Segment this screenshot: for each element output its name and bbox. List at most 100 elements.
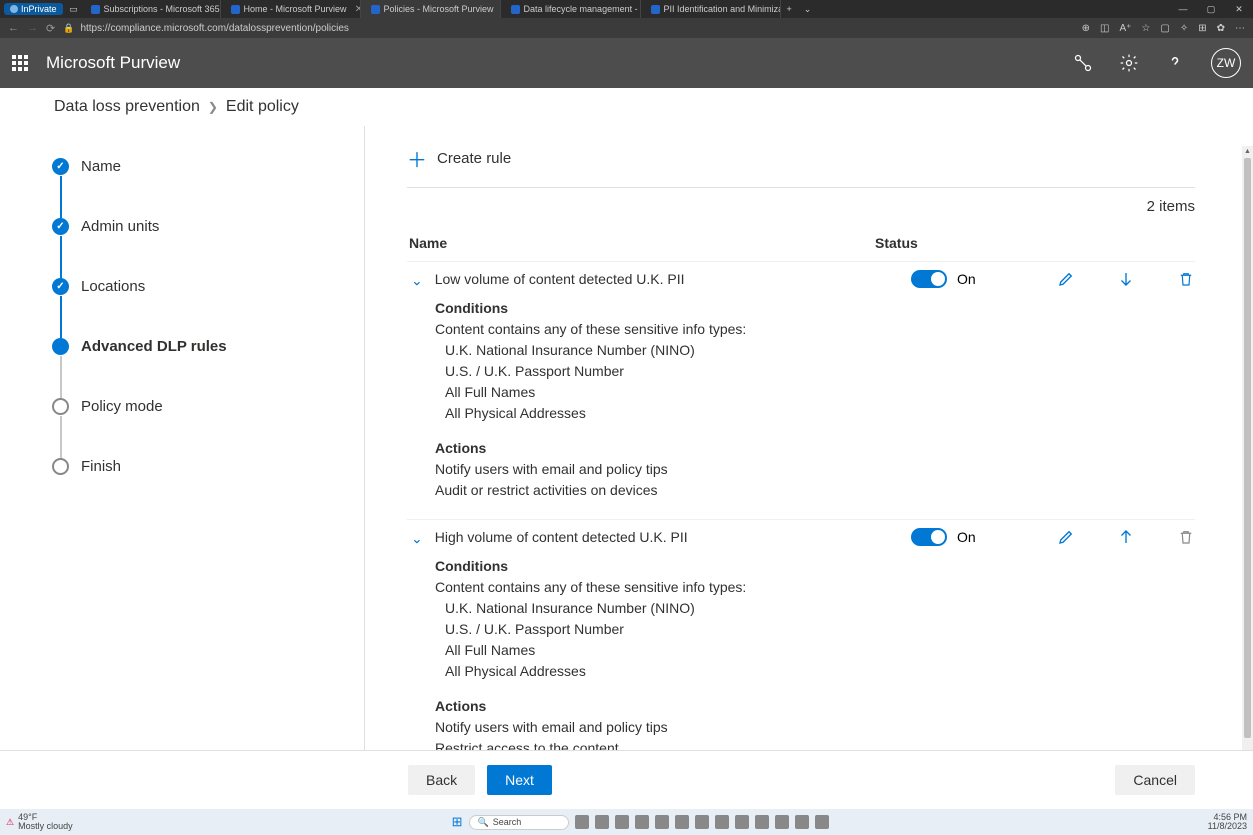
help-icon[interactable] [1165, 53, 1185, 73]
browser-chrome: InPrivate ▭ Subscriptions - Microsoft 36… [0, 0, 1253, 38]
conditions-intro: Content contains any of these sensitive … [435, 319, 1195, 340]
items-count: 2 items [407, 187, 1195, 225]
sync-icon[interactable]: ⊞ [1198, 23, 1206, 34]
app-icon[interactable]: ◫ [1100, 23, 1109, 34]
breadcrumb-current: Edit policy [226, 98, 299, 116]
wizard-steps: Name Admin units Locations Advanced DLP … [0, 126, 365, 780]
action-item: Audit or restrict activities on devices [435, 480, 1195, 501]
scroll-thumb[interactable] [1244, 158, 1251, 738]
back-button[interactable]: ← [8, 22, 19, 34]
status-text: On [957, 271, 1057, 287]
move-down-icon[interactable] [1117, 270, 1135, 288]
condition-item: All Full Names [435, 382, 1195, 403]
condition-item: All Physical Addresses [435, 403, 1195, 424]
move-up-icon[interactable] [1117, 528, 1135, 546]
tab-data-lifecycle[interactable]: Data lifecycle management - Mi✕ [501, 0, 641, 18]
tab-strip: InPrivate ▭ Subscriptions - Microsoft 36… [0, 0, 1253, 18]
app-header: Microsoft Purview ZW [0, 38, 1253, 88]
actions-heading: Actions [435, 696, 1195, 717]
tab-pii[interactable]: PII Identification and Minimizati✕ [641, 0, 781, 18]
forward-button[interactable]: → [27, 22, 38, 34]
status-text: On [957, 529, 1057, 545]
url-field[interactable]: 🔒 https://compliance.microsoft.com/datal… [63, 23, 1073, 34]
chevron-up-icon[interactable]: ⌃ [411, 271, 423, 288]
minimize-button[interactable]: — [1169, 4, 1197, 15]
edit-icon[interactable] [1057, 270, 1075, 288]
back-button[interactable]: Back [408, 765, 475, 795]
lock-icon: 🔒 [63, 23, 74, 34]
rule-name: High volume of content detected U.K. PII [435, 529, 911, 545]
delete-icon[interactable] [1177, 528, 1195, 546]
search-icon: 🔍 [478, 817, 489, 828]
new-tab-button[interactable]: + [781, 4, 798, 14]
read-aloud-icon[interactable]: A⁺ [1119, 23, 1131, 34]
address-bar: ← → ⟳ 🔒 https://compliance.microsoft.com… [0, 18, 1253, 38]
step-advanced-dlp-rules[interactable]: Advanced DLP rules [52, 338, 364, 355]
cancel-button[interactable]: Cancel [1115, 765, 1195, 795]
action-item: Notify users with email and policy tips [435, 459, 1195, 480]
rule-row-high-volume: ⌃ High volume of content detected U.K. P… [407, 519, 1195, 780]
column-status: Status [875, 235, 1195, 251]
conditions-intro: Content contains any of these sensitive … [435, 577, 1195, 598]
next-button[interactable]: Next [487, 765, 552, 795]
favorites-icon[interactable]: ☆ [1141, 23, 1150, 34]
step-finish[interactable]: Finish [52, 458, 364, 475]
scroll-up-icon[interactable]: ▲ [1242, 146, 1253, 157]
rule-name: Low volume of content detected U.K. PII [435, 271, 911, 287]
condition-item: U.S. / U.K. Passport Number [435, 619, 1195, 640]
taskbar: ⚠ 49°F Mostly cloudy ⊞ 🔍Search 4:56 PM 1… [0, 809, 1253, 835]
column-name: Name [407, 235, 875, 251]
inprivate-badge: InPrivate [4, 3, 63, 15]
split-icon[interactable]: ▢ [1160, 23, 1169, 34]
refresh-button[interactable]: ⟳ [46, 22, 55, 35]
user-avatar[interactable]: ZW [1211, 48, 1241, 78]
connectors-icon[interactable] [1073, 53, 1093, 73]
status-toggle[interactable] [911, 528, 947, 546]
extensions-icon[interactable]: ✿ [1217, 23, 1225, 34]
step-admin-units[interactable]: Admin units [52, 218, 364, 235]
condition-item: U.S. / U.K. Passport Number [435, 361, 1195, 382]
wizard-footer: Back Next Cancel [0, 750, 1253, 809]
delete-icon[interactable] [1177, 270, 1195, 288]
tab-policies[interactable]: Policies - Microsoft Purview✕ [361, 0, 501, 18]
breadcrumb: Data loss prevention ❯ Edit policy [0, 88, 1253, 126]
status-toggle[interactable] [911, 270, 947, 288]
rules-panel: ＋ Create rule 2 items Name Status ⌃ Low … [365, 126, 1253, 780]
scrollbar[interactable]: ▲ ▼ [1242, 146, 1253, 809]
conditions-heading: Conditions [435, 298, 1195, 319]
system-tray[interactable]: 4:56 PM 11/8/2023 [1208, 813, 1247, 831]
tab-menu-button[interactable]: ⌄ [798, 4, 818, 15]
create-rule-button[interactable]: ＋ Create rule [407, 140, 1195, 187]
taskbar-search[interactable]: 🔍Search [469, 815, 569, 830]
maximize-button[interactable]: ▢ [1197, 4, 1225, 15]
start-button[interactable]: ⊞ [452, 814, 463, 830]
condition-item: U.K. National Insurance Number (NINO) [435, 598, 1195, 619]
step-locations[interactable]: Locations [52, 278, 364, 295]
chevron-up-icon[interactable]: ⌃ [411, 529, 423, 546]
tab-subscriptions[interactable]: Subscriptions - Microsoft 365 ad✕ [81, 0, 221, 18]
app-title: Microsoft Purview [46, 53, 180, 73]
step-name[interactable]: Name [52, 158, 364, 175]
rules-table-header: Name Status [407, 225, 1195, 261]
action-item: Notify users with email and policy tips [435, 717, 1195, 738]
close-window-button[interactable]: ✕ [1225, 4, 1253, 15]
menu-icon[interactable]: ⋯ [1235, 23, 1245, 34]
condition-item: U.K. National Insurance Number (NINO) [435, 340, 1195, 361]
tab-home-purview[interactable]: Home - Microsoft Purview✕ [221, 0, 361, 18]
chevron-right-icon: ❯ [208, 100, 218, 114]
settings-icon[interactable] [1119, 53, 1139, 73]
weather-widget[interactable]: ⚠ 49°F Mostly cloudy [6, 813, 73, 831]
app-launcher-icon[interactable] [12, 55, 28, 71]
zoom-icon[interactable]: ⊕ [1082, 23, 1090, 34]
workspace-icon[interactable]: ▭ [67, 4, 81, 15]
step-policy-mode[interactable]: Policy mode [52, 398, 364, 415]
rule-row-low-volume: ⌃ Low volume of content detected U.K. PI… [407, 261, 1195, 519]
breadcrumb-root[interactable]: Data loss prevention [54, 98, 200, 116]
taskbar-apps[interactable] [575, 815, 829, 829]
plus-icon: ＋ [407, 144, 427, 173]
conditions-heading: Conditions [435, 556, 1195, 577]
collections-icon[interactable]: ✧ [1180, 23, 1188, 34]
actions-heading: Actions [435, 438, 1195, 459]
condition-item: All Full Names [435, 640, 1195, 661]
edit-icon[interactable] [1057, 528, 1075, 546]
